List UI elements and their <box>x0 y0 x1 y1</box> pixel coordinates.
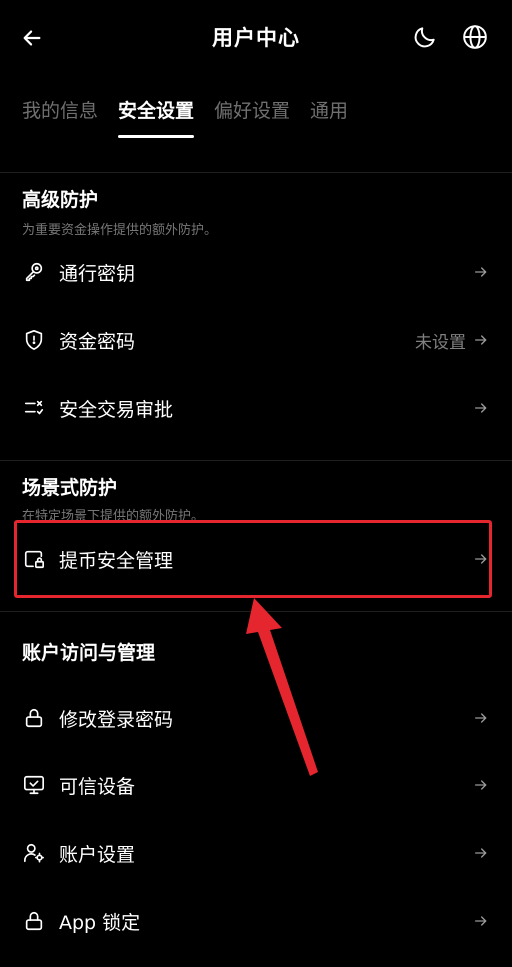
checklist-icon <box>24 400 44 415</box>
row-account-settings[interactable]: 账户设置 <box>0 825 512 881</box>
arrow-right-icon <box>475 267 487 277</box>
section-title-advanced: 高级防护 <box>22 189 99 211</box>
section-subtitle-advanced: 为重要资金操作提供的额外防护。 <box>22 223 218 238</box>
tab-preferences[interactable]: 偏好设置 <box>214 96 290 140</box>
status-text: 未设置 <box>415 332 466 353</box>
annotation-arrow <box>246 598 318 776</box>
key-icon <box>25 262 43 282</box>
row-label: App 锁定 <box>59 911 141 934</box>
row-label: 账户设置 <box>59 843 136 866</box>
row-withdrawal-security[interactable]: 提币安全管理 <box>0 531 512 587</box>
arrow-right-icon <box>475 848 487 858</box>
tab-my-info[interactable]: 我的信息 <box>22 96 98 140</box>
row-passkey[interactable]: 通行密钥 <box>0 244 512 300</box>
tab-general[interactable]: 通用 <box>310 96 348 140</box>
row-fund-password[interactable]: 资金密码 未设置 <box>0 312 512 368</box>
monitor-check-icon <box>24 775 44 795</box>
section-subtitle-scenario: 在特定场景下提供的额外防护。 <box>22 509 205 524</box>
row-label: 提币安全管理 <box>59 549 174 572</box>
section-title-scenario: 场景式防护 <box>22 477 118 499</box>
moon-icon <box>414 27 435 48</box>
row-label: 修改登录密码 <box>59 708 174 731</box>
tab-security-settings[interactable]: 安全设置 <box>118 96 195 140</box>
arrow-right-icon <box>475 780 487 790</box>
lock-icon <box>25 708 43 728</box>
theme-toggle-button[interactable] <box>410 22 440 52</box>
row-label: 可信设备 <box>59 775 136 798</box>
arrow-right-icon <box>475 554 487 564</box>
row-label: 通行密钥 <box>59 262 136 285</box>
divider <box>0 460 512 461</box>
tab-bar: 我的信息 安全设置 偏好设置 通用 <box>22 96 348 140</box>
globe-icon <box>463 25 487 49</box>
shield-icon <box>25 330 43 350</box>
wallet-lock-icon <box>24 550 44 569</box>
row-app-lock[interactable]: App 锁定 <box>0 893 512 949</box>
header: 用户中心 <box>0 0 512 76</box>
arrow-right-icon <box>475 335 487 345</box>
section-title-account-access: 账户访问与管理 <box>22 642 156 664</box>
arrow-right-icon <box>475 713 487 723</box>
user-settings-icon <box>24 843 44 863</box>
row-label: 资金密码 <box>59 330 136 353</box>
divider <box>0 172 512 173</box>
row-secure-trade-approval[interactable]: 安全交易审批 <box>0 380 512 436</box>
arrow-right-icon <box>475 403 487 413</box>
row-label: 安全交易审批 <box>59 398 174 421</box>
lock-icon <box>25 911 43 931</box>
language-button[interactable] <box>460 22 490 52</box>
arrow-right-icon <box>475 916 487 926</box>
